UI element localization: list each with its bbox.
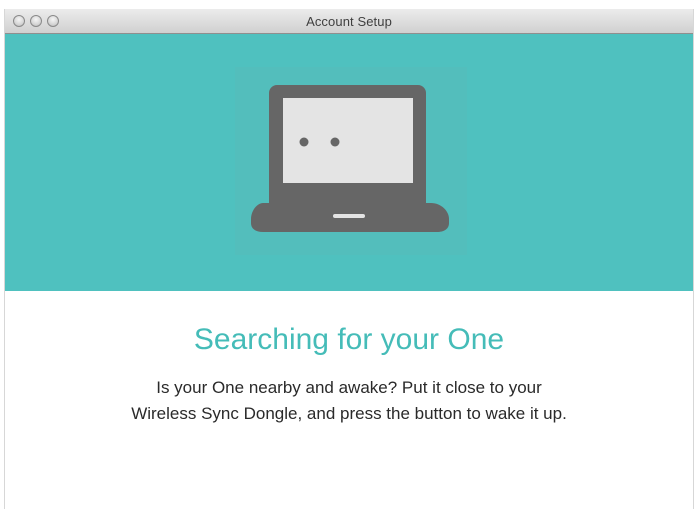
setup-message-panel: Searching for your One Is your One nearb… (5, 291, 693, 509)
window-title: Account Setup (306, 14, 392, 29)
instruction-line-1: Is your One nearby and awake? Put it clo… (156, 378, 542, 397)
searching-heading: Searching for your One (193, 323, 505, 356)
title-bar[interactable]: Account Setup (5, 9, 693, 34)
app-window: Account Setup Searching for your One Is … (4, 9, 694, 509)
hero-panel (5, 34, 693, 291)
laptop-touchpad-indicator (333, 214, 365, 218)
illustration-background (235, 67, 467, 255)
laptop-icon (251, 85, 449, 232)
left-eye-icon (299, 137, 309, 147)
instruction-line-2: Wireless Sync Dongle, and press the butt… (131, 404, 567, 423)
right-eye-icon (330, 137, 340, 147)
instruction-text: Is your One nearby and awake? Put it clo… (5, 375, 693, 427)
